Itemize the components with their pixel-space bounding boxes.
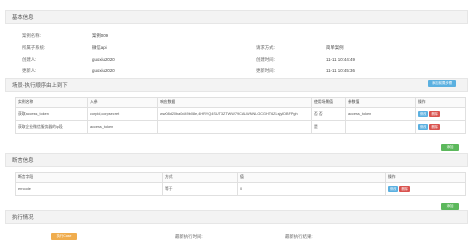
cell-param: access_token [87, 120, 158, 134]
cell-method: 等于 [162, 182, 238, 196]
column-header: 方式 [162, 172, 238, 183]
cell-name: 获取企业微信服务器的ip段 [15, 120, 88, 134]
request-method-label: 请求方式: [256, 45, 275, 50]
column-header: 参数值 [345, 97, 416, 108]
delete-button[interactable]: 删除 [399, 186, 410, 192]
updated-time-label: 更新时间: [256, 68, 275, 73]
scene-header: 场景-执行顺序由上到下 [5, 78, 468, 92]
cell-value: 0 [237, 182, 386, 196]
cell-actions: 修改 删除 [415, 120, 466, 134]
edit-button[interactable]: 修改 [418, 124, 429, 130]
cell-name: 获取access_token [15, 107, 88, 121]
request-method-value: 简单案例 [326, 45, 344, 50]
cell-scene: 否 否 [311, 107, 346, 121]
add-button-2[interactable]: 添加 [441, 203, 459, 210]
edit-button[interactable]: 修改 [388, 186, 399, 192]
column-header: 使用场景值 [311, 97, 346, 108]
add-pre-step-button[interactable]: 添加前置步骤 [428, 80, 456, 87]
cell-actions: 修改 删除 [385, 182, 466, 196]
assert-table-header-row: 断言字段 方式 值 操作 [15, 172, 466, 183]
last-run-result-label: 最新执行结果: [285, 234, 313, 239]
column-header: 入参 [87, 97, 158, 108]
cell-resp [157, 120, 312, 134]
delete-button[interactable]: 删除 [429, 111, 440, 117]
cell-value [345, 120, 416, 134]
table-row: 获取企业微信服务器的ip段 access_token 是 修改 删除 [15, 120, 466, 134]
assert-header: 断言信息 [5, 153, 468, 167]
basic-info-header: 基本信息 [5, 10, 468, 24]
created-time-label: 创建时间: [256, 57, 275, 62]
cell-actions: 修改 删除 [415, 107, 466, 121]
run-case-button[interactable]: 执行Case [51, 233, 77, 240]
assert-table: 断言字段 方式 值 操作 errcode 等于 0 修改 删除 [15, 172, 466, 196]
creator-value: guoxiu2020 [92, 57, 115, 62]
updated-time-value: 11-11 10:45:36 [326, 68, 355, 73]
cell-value: access_token [345, 107, 416, 121]
subsystem-value: 微信api [92, 45, 107, 50]
execution-header: 执行情况 [5, 210, 468, 224]
creator-label: 创建人: [22, 57, 37, 62]
last-run-time-label: 最新执行时间: [175, 234, 203, 239]
case-name-value: 案例009 [92, 33, 109, 38]
column-header: 值 [237, 172, 386, 183]
cell-field: errcode [15, 182, 163, 196]
scene-table-header-row: 实例名称 入参 响应数据 使用场景值 参数值 操作 [15, 97, 466, 108]
column-header: 断言字段 [15, 172, 163, 183]
created-time-value: 11-11 10:44:49 [326, 57, 355, 62]
column-header: 操作 [385, 172, 466, 183]
scene-table: 实例名称 入参 响应数据 使用场景值 参数值 操作 获取access_token… [15, 97, 466, 134]
table-row: 获取access_token corpid,corpsecret ww08d20… [15, 107, 466, 121]
delete-button[interactable]: 删除 [429, 124, 440, 130]
cell-scene: 是 [311, 120, 346, 134]
execution-title: 执行情况 [12, 215, 34, 221]
scene-title: 场景-执行顺序由上到下 [12, 83, 68, 89]
basic-info-title: 基本信息 [12, 15, 34, 21]
cell-param: corpid,corpsecret [87, 107, 158, 121]
table-row: errcode 等于 0 修改 删除 [15, 182, 466, 196]
column-header: 实例名称 [15, 97, 88, 108]
case-name-label: 案例名称: [22, 33, 41, 38]
column-header: 响应数据 [157, 97, 312, 108]
subsystem-label: 所属子系统: [22, 45, 46, 50]
column-header: 操作 [415, 97, 466, 108]
updater-label: 更新人: [22, 68, 37, 73]
edit-button[interactable]: 修改 [418, 111, 429, 117]
assert-title: 断言信息 [12, 158, 34, 164]
add-button-1[interactable]: 添加 [441, 144, 459, 151]
cell-resp: ww08d20ba0d49b08e,4HRYQ4SUT3ZTWW79CALWNN… [157, 107, 312, 121]
updater-value: guoxiu2020 [92, 68, 115, 73]
